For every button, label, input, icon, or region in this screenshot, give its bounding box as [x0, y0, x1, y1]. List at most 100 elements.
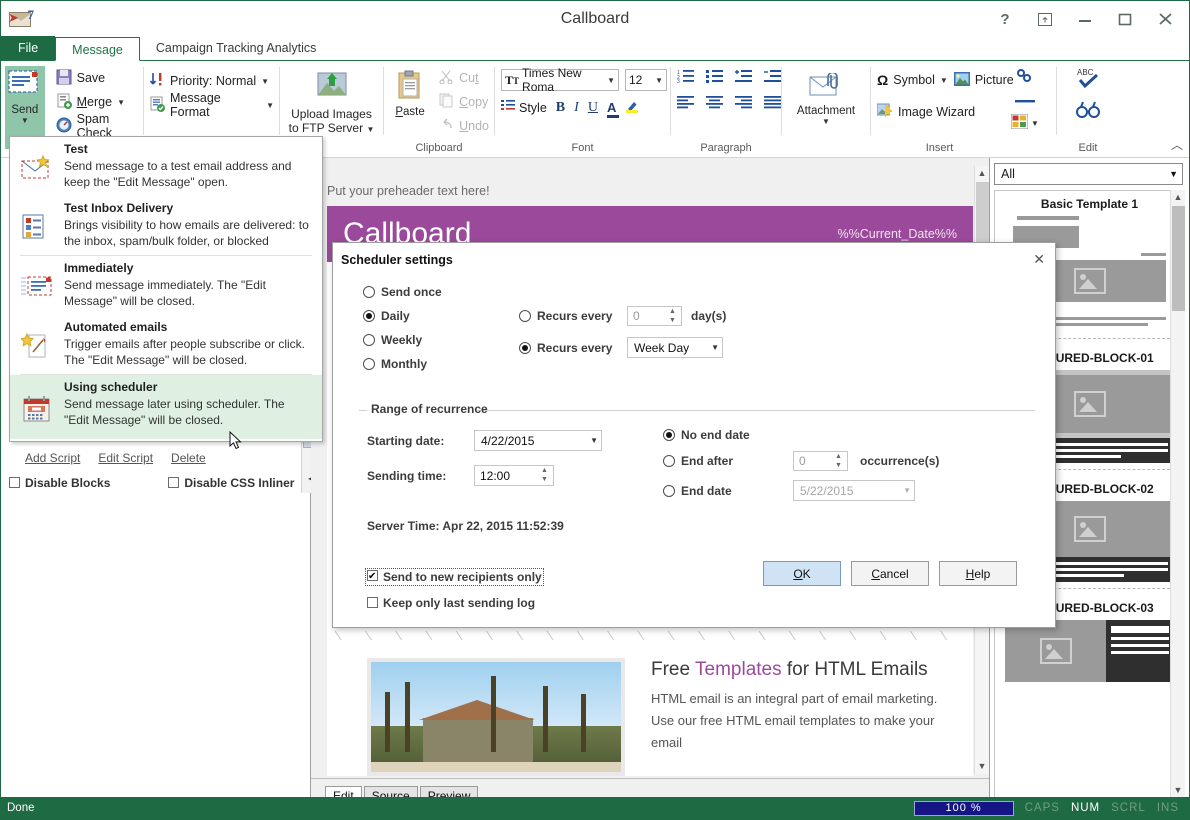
radio-recurs-every-days[interactable]: Recurs every	[519, 309, 627, 323]
chevron-down-icon[interactable]: ▼	[822, 118, 830, 126]
close-button[interactable]	[1145, 4, 1185, 34]
menu-item-immediately[interactable]: Immediately Send message immediately. Th…	[10, 256, 322, 315]
spinner-arrows-icon[interactable]: ▲▼	[538, 467, 551, 483]
radio-end-after[interactable]: End after	[663, 454, 793, 468]
chevron-down-icon[interactable]: ▼	[266, 102, 274, 110]
radio-monthly[interactable]: Monthly	[363, 357, 442, 371]
chevron-up-icon[interactable]: ︿	[1171, 136, 1183, 153]
help-button[interactable]: ?	[985, 4, 1025, 34]
align-justify-button[interactable]	[764, 96, 781, 112]
menu-item-test[interactable]: Test Send message to a test email addres…	[10, 137, 322, 196]
link-icon[interactable]	[1016, 69, 1034, 86]
align-center-button[interactable]	[706, 96, 723, 112]
scroll-up-icon[interactable]: ▲	[975, 166, 989, 181]
weekday-select-value: Week Day	[634, 341, 689, 355]
chevron-down-icon: ▼	[590, 436, 598, 445]
increase-indent-button[interactable]	[735, 69, 752, 86]
find-button[interactable]	[1076, 100, 1100, 121]
attachment-button[interactable]: Attachment ▼	[784, 69, 868, 126]
maximize-button[interactable]	[1105, 4, 1145, 34]
font-size-value: 12	[629, 73, 655, 87]
chevron-down-icon[interactable]: ▼	[117, 99, 125, 107]
paste-button[interactable]: Paste	[388, 66, 432, 118]
decrease-indent-button[interactable]	[764, 69, 781, 86]
italic-button[interactable]: I	[574, 100, 579, 116]
scroll-down-icon[interactable]: ▼	[975, 759, 989, 774]
disable-blocks-checkbox[interactable]: Disable Blocks	[9, 476, 110, 490]
sending-time-spinner[interactable]: 12:00 ▲▼	[474, 465, 554, 486]
starting-date-select[interactable]: 4/22/2015 ▼	[474, 430, 602, 451]
merge-button[interactable]: Merge ▼	[51, 90, 143, 114]
radio-send-once[interactable]: Send once	[363, 285, 442, 299]
bulleted-list-button[interactable]	[706, 69, 723, 86]
send-to-new-recipients-only-checkbox[interactable]: Send to new recipients only	[367, 570, 542, 584]
attachment-icon	[809, 73, 843, 102]
radio-no-end-date[interactable]: No end date	[663, 428, 793, 442]
menu-item-automated-emails[interactable]: Automated emails Trigger emails after pe…	[10, 315, 322, 374]
symbol-button[interactable]: Ω Symbol ▼	[877, 68, 948, 92]
ok-button[interactable]: OK	[763, 561, 841, 586]
minimize-button[interactable]	[1065, 4, 1105, 34]
close-icon[interactable]: ✕	[1033, 251, 1045, 268]
highlight-button[interactable]	[625, 99, 639, 116]
delete-link[interactable]: Delete	[171, 451, 206, 465]
chevron-down-icon[interactable]: ▼	[940, 77, 948, 85]
font-family-combo[interactable]: TT Times New Roma ▼	[501, 69, 619, 91]
chevron-down-icon[interactable]: ▼	[261, 78, 269, 86]
spinner-arrows-icon[interactable]: ▲▼	[666, 308, 679, 324]
radio-daily[interactable]: Daily	[363, 309, 442, 323]
edit-script-link[interactable]: Edit Script	[98, 451, 153, 465]
tab-campaign-tracking-analytics[interactable]: Campaign Tracking Analytics	[140, 36, 333, 60]
help-button[interactable]: Help	[939, 561, 1017, 586]
menu-item-desc: Send message to a test email address and…	[64, 158, 312, 190]
tab-message[interactable]: Message	[55, 37, 140, 61]
radio-end-date[interactable]: End date	[663, 484, 793, 498]
copy-button: Copy	[434, 90, 494, 114]
template-filter-combo[interactable]: All ▼	[994, 163, 1183, 185]
chevron-down-icon[interactable]: ▼	[21, 117, 29, 125]
ribbon-display-options-button[interactable]	[1025, 4, 1065, 34]
underline-button[interactable]: U	[588, 100, 598, 116]
zoom-level[interactable]: 100 %	[914, 801, 1014, 816]
keep-only-last-sending-log-checkbox[interactable]: Keep only last sending log	[367, 596, 535, 610]
add-script-link[interactable]: Add Script	[25, 451, 80, 465]
spell-check-button[interactable]: ABC	[1075, 67, 1101, 92]
scroll-up-icon[interactable]: ▲	[1171, 190, 1185, 205]
preheader-text[interactable]: Put your preheader text here!	[311, 158, 989, 198]
chevron-down-icon[interactable]: ▼	[655, 77, 663, 85]
align-right-button[interactable]	[735, 96, 752, 112]
cancel-button[interactable]: Cancel	[851, 561, 929, 586]
merge-icon	[56, 93, 72, 112]
priority-button[interactable]: Priority: Normal ▼	[144, 69, 274, 93]
insert-group-label: Insert	[871, 141, 1056, 158]
menu-item-test-inbox-delivery[interactable]: Test Inbox Delivery Brings visibility to…	[10, 196, 322, 255]
spam-check-button[interactable]: Spam Check	[51, 114, 143, 138]
templates-scrollbar[interactable]: ▲ ▼	[1170, 190, 1185, 798]
radio-weekly[interactable]: Weekly	[363, 333, 442, 347]
style-button[interactable]: Style	[501, 99, 547, 116]
align-left-button[interactable]	[677, 96, 694, 112]
chevron-down-icon[interactable]: ▼	[1031, 120, 1039, 128]
font-size-combo[interactable]: 12 ▼	[625, 69, 667, 91]
save-button[interactable]: Save	[51, 66, 143, 90]
disable-blocks-label: Disable Blocks	[25, 476, 110, 490]
picture-button[interactable]: Picture	[954, 68, 1014, 92]
font-color-button[interactable]: A	[607, 100, 616, 115]
table-button[interactable]: ▼	[1011, 114, 1039, 132]
menu-item-using-scheduler[interactable]: Using scheduler Send message later using…	[10, 375, 322, 439]
bold-button[interactable]: B	[556, 100, 565, 116]
radio-recurs-every-weekday[interactable]: Recurs every	[519, 341, 627, 355]
weekday-select[interactable]: Week Day ▼	[627, 337, 723, 358]
recurs-days-spinner[interactable]: 0 ▲▼	[627, 306, 682, 326]
message-format-button[interactable]: Message Format ▼	[144, 93, 279, 117]
disable-css-inliner-checkbox[interactable]: Disable CSS Inliner	[168, 476, 294, 490]
tab-file[interactable]: File	[1, 36, 55, 60]
numbered-list-button[interactable]: 123	[677, 69, 694, 86]
chevron-down-icon[interactable]: ▼	[607, 77, 615, 85]
application-window: ➤ 7 Callboard ? File Message Campaign Tr…	[0, 0, 1190, 820]
insert-group: Ω Symbol ▼ Picture	[871, 61, 1056, 158]
image-wizard-button[interactable]: Image Wizard	[877, 100, 975, 124]
horizontal-line-icon[interactable]	[1015, 93, 1035, 107]
scroll-down-icon[interactable]: ▼	[1171, 783, 1185, 798]
upload-images-button[interactable]: Upload Imagesto FTP Server ▼	[283, 67, 381, 135]
